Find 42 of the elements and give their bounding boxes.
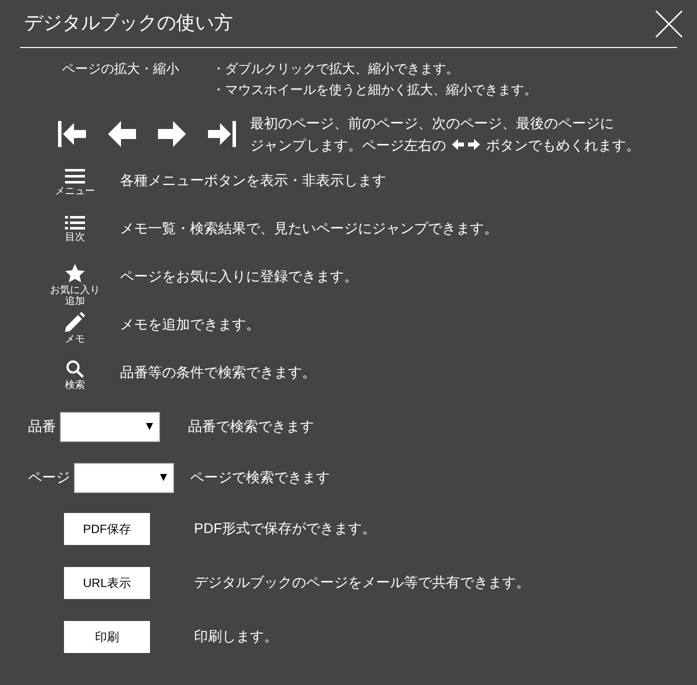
icon-caption: お気に入り追加	[49, 284, 101, 306]
select-field[interactable]	[74, 462, 174, 492]
navigation-description: ボタンでもめくれます。	[486, 136, 640, 154]
search-icon[interactable]	[66, 360, 84, 378]
navigation-description: ジャンプします。ページ左右の	[250, 136, 446, 154]
icon-caption: メニュー	[54, 186, 96, 196]
icon-caption: メモ	[64, 334, 86, 344]
previous-page-icon[interactable]	[108, 120, 136, 146]
list-icon[interactable]	[65, 216, 85, 230]
select-label: 品番	[28, 417, 56, 436]
feature-description: ページをお気に入りに登録できます。	[120, 266, 358, 286]
button-description: デジタルブックのページをメール等で共有できます。	[194, 573, 530, 592]
icon-caption: 検索	[64, 380, 86, 390]
menu-icon[interactable]	[65, 168, 85, 184]
icon-caption: 目次	[64, 232, 86, 242]
select-field[interactable]	[60, 412, 160, 442]
select-label: ページ	[28, 468, 70, 487]
next-page-icon[interactable]	[158, 120, 186, 146]
star-icon[interactable]	[65, 264, 85, 282]
first-page-icon[interactable]	[58, 120, 86, 146]
pencil-icon[interactable]	[65, 312, 85, 332]
arrows-icon	[452, 139, 480, 150]
button-description: 印刷します。	[194, 627, 278, 646]
navigation-description: 最初のページ、前のページ、次のページ、最後のページに	[250, 114, 615, 132]
caret-icon	[146, 423, 153, 430]
feature-description: 品番等の条件で検索できます。	[120, 362, 316, 382]
zoom-label: ページの拡大・縮小	[62, 60, 180, 78]
last-page-icon[interactable]	[208, 120, 236, 146]
zoom-description: ・ダブルクリックで拡大、縮小できます。	[212, 60, 460, 78]
feature-description: 各種メニューボタンを表示・非表示します	[120, 170, 386, 190]
button-description: PDF形式で保存ができます。	[194, 519, 376, 538]
action-button[interactable]: PDF保存	[64, 512, 150, 544]
feature-description: メモ一覧・検索結果で、見たいページにジャンプできます。	[120, 218, 498, 238]
select-description: 品番で検索できます	[188, 417, 314, 436]
action-button[interactable]: URL表示	[64, 566, 150, 598]
caret-icon	[160, 474, 167, 481]
action-button[interactable]: 印刷	[64, 620, 150, 652]
window-title: デジタルブックの使い方	[24, 12, 233, 36]
zoom-description: ・マウスホイールを使うと細かく拡大、縮小できます。	[212, 80, 537, 98]
select-description: ページで検索できます	[190, 468, 330, 487]
close-icon[interactable]	[655, 10, 683, 38]
feature-description: メモを追加できます。	[120, 314, 260, 334]
